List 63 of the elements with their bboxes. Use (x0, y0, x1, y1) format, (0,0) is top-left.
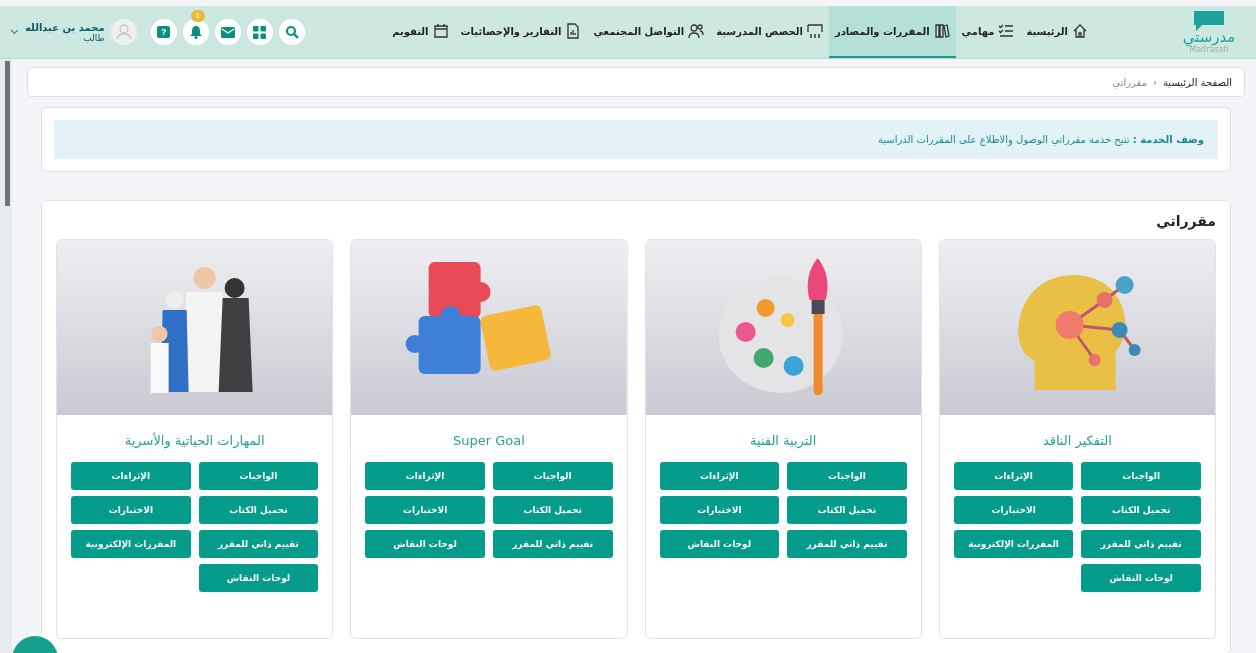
user-role: طالب (83, 32, 105, 43)
course-action-button[interactable]: الواجبات (198, 462, 319, 490)
course-action-button[interactable]: الواجبات (787, 462, 907, 490)
course-title: التفكير الناقد (1041, 433, 1113, 448)
course-action-button[interactable]: لوحات النقاش (365, 530, 485, 558)
help-button[interactable]: ? (150, 19, 177, 45)
section-title: مقرراتي (1155, 213, 1216, 229)
home-icon (1072, 23, 1088, 39)
course-action-button[interactable]: الإثراءات (71, 462, 191, 490)
course-action-button[interactable]: المقررات الإلكترونية (953, 530, 1074, 558)
course-action-button[interactable]: تقييم ذاتي للمقرر (492, 530, 613, 558)
breadcrumb-separator: › (1153, 76, 1157, 88)
course-action-button[interactable]: تقييم ذاتي للمقرر (787, 530, 907, 558)
service-description: وصف الخدمة : تتيح خدمة مقرراتي الوصول والاطلاع على المقررات الدراسية (54, 120, 1218, 159)
course-action-button[interactable]: تحميل الكتاب (787, 496, 907, 524)
course-action-button[interactable]: الاختبارات (71, 496, 191, 524)
course-action-button[interactable]: الإثراءات (659, 462, 780, 490)
course-action-button[interactable]: الواجبات (492, 462, 613, 490)
notification-button[interactable] (182, 19, 209, 45)
mail-button[interactable] (214, 19, 241, 45)
grid-icon (253, 25, 267, 39)
people-icon (688, 23, 705, 39)
nav-tab[interactable]: التقويم (386, 6, 455, 58)
user-name: محمد بن عبدالله (25, 21, 105, 33)
course-action-button[interactable]: الإثراءات (953, 462, 1074, 490)
course-action-button[interactable]: تقييم ذاتي للمقرر (1081, 530, 1201, 558)
logo-name: مدرستي (1182, 28, 1236, 45)
course-action-button[interactable]: الواجبات (1081, 462, 1201, 490)
logo-icon (1192, 10, 1226, 31)
nav-tab[interactable]: الرئيسية (1020, 6, 1094, 58)
apps-button[interactable] (246, 19, 273, 45)
checklist-icon (998, 23, 1015, 39)
envelope-icon (220, 26, 235, 38)
course-action-button[interactable]: تحميل الكتاب (492, 496, 613, 524)
classroom-icon (806, 23, 823, 39)
course-action-button[interactable]: لوحات النقاش (659, 530, 780, 558)
course-action-button[interactable]: المقررات الإلكترونية (71, 530, 191, 558)
nav-tab[interactable]: مهامي (955, 6, 1021, 58)
course-action-button[interactable]: الإثراءات (365, 462, 485, 490)
course-title: التربية الفنية (749, 433, 818, 448)
books-icon (933, 23, 950, 39)
course-action-button[interactable]: الاختبارات (659, 496, 780, 524)
nav-tab[interactable]: التقارير والإحصائيات (454, 6, 588, 58)
course-action-button[interactable]: الاختبارات (365, 496, 485, 524)
course-title: المهارات الحياتية والأسرية (123, 433, 266, 448)
search-button[interactable] (278, 19, 305, 45)
course-action-button[interactable]: تحميل الكتاب (198, 496, 319, 524)
course-title: Super Goal (451, 433, 526, 448)
course-action-button[interactable]: لوحات النقاش (198, 564, 319, 592)
nav-tab[interactable]: التواصل المجتمعي (587, 6, 711, 58)
course-action-button[interactable]: الاختبارات (953, 496, 1074, 524)
nav-tab[interactable]: المقررات والمصادر (828, 6, 956, 58)
chevron-down-icon[interactable] (10, 29, 19, 35)
course-action-button[interactable]: تقييم ذاتي للمقرر (198, 530, 319, 558)
search-icon (284, 25, 299, 39)
calendar-icon (432, 23, 449, 39)
course-action-button[interactable]: لوحات النقاش (1081, 564, 1201, 592)
breadcrumb-current: مقرراتي (1112, 76, 1147, 88)
course-action-button[interactable]: تحميل الكتاب (1081, 496, 1201, 524)
breadcrumb-link[interactable]: الصفحة الرئيسية (1163, 76, 1232, 88)
nav-tab[interactable]: الحصص المدرسية (710, 6, 829, 58)
report-icon (565, 23, 582, 39)
bell-icon (188, 25, 203, 39)
